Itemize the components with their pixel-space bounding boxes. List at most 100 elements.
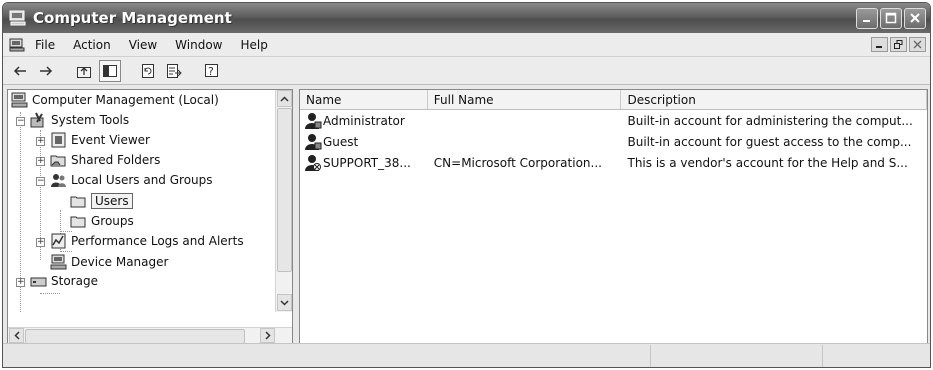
- tree-vertical-scrollbar[interactable]: [275, 90, 292, 312]
- forward-button[interactable]: [35, 60, 57, 82]
- shared-folders-icon: [50, 155, 66, 167]
- main-area: Computer Management (Local) − System Too…: [3, 87, 930, 345]
- tree-item-label: System Tools: [51, 113, 130, 127]
- tree-horizontal-scrollbar[interactable]: [8, 327, 292, 344]
- list-row[interactable]: Administrator Built-in account for admin…: [300, 110, 927, 131]
- system-tools-icon: [30, 112, 44, 128]
- up-one-level-icon: [77, 66, 91, 78]
- close-icon: [910, 13, 920, 23]
- close-icon: [913, 40, 922, 49]
- performance-logs-icon: [51, 233, 66, 249]
- scroll-thumb[interactable]: [277, 108, 292, 272]
- status-pane-secondary: [651, 345, 823, 367]
- mdi-restore-button[interactable]: [890, 37, 907, 52]
- users-groups-icon: [51, 174, 66, 187]
- console-tree[interactable]: Computer Management (Local) − System Too…: [7, 89, 293, 345]
- tree-item-label: Computer Management (Local): [32, 93, 219, 107]
- chevron-up-icon: [280, 95, 289, 102]
- user-icon: [305, 133, 322, 150]
- tree-item-shared-folders[interactable]: Shared Folders: [50, 150, 160, 170]
- column-header-name[interactable]: Name: [300, 90, 428, 110]
- list-row[interactable]: SUPPORT_38... CN=Microsoft Corporation..…: [300, 152, 927, 173]
- scroll-thumb[interactable]: [25, 329, 245, 344]
- scroll-right-button[interactable]: [260, 328, 275, 343]
- tree-item-performance-logs-and-alerts[interactable]: Performance Logs and Alerts: [50, 231, 244, 251]
- minimize-button[interactable]: [856, 7, 878, 29]
- expand-toggle[interactable]: +: [16, 278, 25, 287]
- computer-management-icon: [11, 92, 28, 108]
- menu-action[interactable]: Action: [73, 36, 121, 54]
- show-hide-console-tree-icon: [103, 64, 117, 77]
- tree-item-label: Device Manager: [71, 255, 169, 269]
- chevron-down-icon: [280, 299, 289, 306]
- close-button[interactable]: [904, 7, 926, 29]
- expand-toggle[interactable]: +: [36, 137, 45, 146]
- user-description: Built-in account for guest access to the…: [627, 134, 912, 149]
- collapse-toggle[interactable]: −: [36, 177, 45, 186]
- user-full-name: CN=Microsoft Corporation...: [433, 155, 602, 170]
- tree-item-label: Storage: [51, 274, 98, 288]
- minimize-icon: [863, 20, 870, 22]
- menu-help[interactable]: Help: [241, 36, 278, 54]
- menu-window[interactable]: Window: [175, 36, 232, 54]
- tree-item-label: Users: [91, 193, 133, 209]
- column-header-full-name[interactable]: Full Name: [428, 90, 622, 110]
- show-hide-console-tree-button[interactable]: [99, 59, 121, 82]
- user-icon: [305, 112, 322, 129]
- scroll-up-button[interactable]: [277, 90, 292, 107]
- export-list-icon: [167, 63, 182, 78]
- user-description: Built-in account for administering the c…: [627, 113, 913, 128]
- export-list-button[interactable]: [163, 60, 185, 82]
- status-bar: [3, 343, 930, 367]
- tree-item-computer-management[interactable]: Computer Management (Local): [11, 90, 219, 110]
- status-pane-main: [3, 345, 651, 367]
- back-arrow-icon: [13, 65, 26, 76]
- menu-view[interactable]: View: [129, 36, 167, 54]
- tree-item-label: Local Users and Groups: [71, 173, 213, 187]
- expand-toggle[interactable]: +: [36, 157, 45, 166]
- tree-item-label: Performance Logs and Alerts: [71, 234, 244, 248]
- minimize-icon: [876, 46, 882, 48]
- tree-item-event-viewer[interactable]: Event Viewer: [50, 130, 150, 150]
- storage-icon: [30, 277, 47, 287]
- scroll-down-button[interactable]: [277, 294, 292, 311]
- maximize-button[interactable]: [880, 7, 902, 29]
- refresh-icon: [142, 63, 154, 78]
- tree-item-users[interactable]: Users: [70, 191, 133, 211]
- event-viewer-icon: [51, 132, 66, 148]
- status-pane-tertiary: [823, 345, 923, 367]
- mmc-document-icon[interactable]: [9, 38, 25, 52]
- expand-toggle[interactable]: +: [36, 238, 45, 247]
- help-icon: ?: [205, 63, 218, 78]
- tree-item-label: Groups: [91, 214, 134, 228]
- tree-item-device-manager[interactable]: Device Manager: [50, 252, 168, 272]
- refresh-button[interactable]: [137, 60, 159, 82]
- title-bar[interactable]: Computer Management: [3, 3, 930, 33]
- tree-item-system-tools[interactable]: System Tools: [30, 110, 129, 130]
- user-name: SUPPORT_38...: [323, 155, 411, 170]
- column-header-description[interactable]: Description: [621, 90, 927, 110]
- tree-item-label: Shared Folders: [71, 153, 161, 167]
- folder-icon: [70, 216, 86, 228]
- tree-item-groups[interactable]: Groups: [70, 211, 134, 231]
- forward-arrow-icon: [40, 65, 53, 76]
- back-button[interactable]: [9, 60, 31, 82]
- collapse-toggle[interactable]: −: [16, 117, 25, 126]
- list-header: Name Full Name Description: [300, 90, 927, 110]
- list-row[interactable]: Guest Built-in account for guest access …: [300, 131, 927, 152]
- user-description: This is a vendor's account for the Help …: [627, 155, 908, 170]
- mdi-close-button[interactable]: [909, 37, 926, 52]
- up-one-level-button[interactable]: [73, 60, 95, 82]
- toolbar: ?: [3, 57, 930, 85]
- tree-item-local-users-and-groups[interactable]: Local Users and Groups: [50, 170, 213, 190]
- tree-item-storage[interactable]: Storage: [30, 271, 98, 291]
- details-list: Name Full Name Description Administrator…: [299, 89, 928, 345]
- mdi-minimize-button[interactable]: [871, 37, 888, 52]
- help-button[interactable]: ?: [201, 60, 223, 82]
- folder-icon: [70, 196, 86, 208]
- user-name: Guest: [323, 134, 359, 149]
- menu-file[interactable]: File: [35, 36, 65, 54]
- computer-management-icon: [9, 10, 26, 26]
- scroll-left-button[interactable]: [9, 328, 24, 343]
- computer-management-window: Computer Management File Action View Win…: [2, 2, 931, 368]
